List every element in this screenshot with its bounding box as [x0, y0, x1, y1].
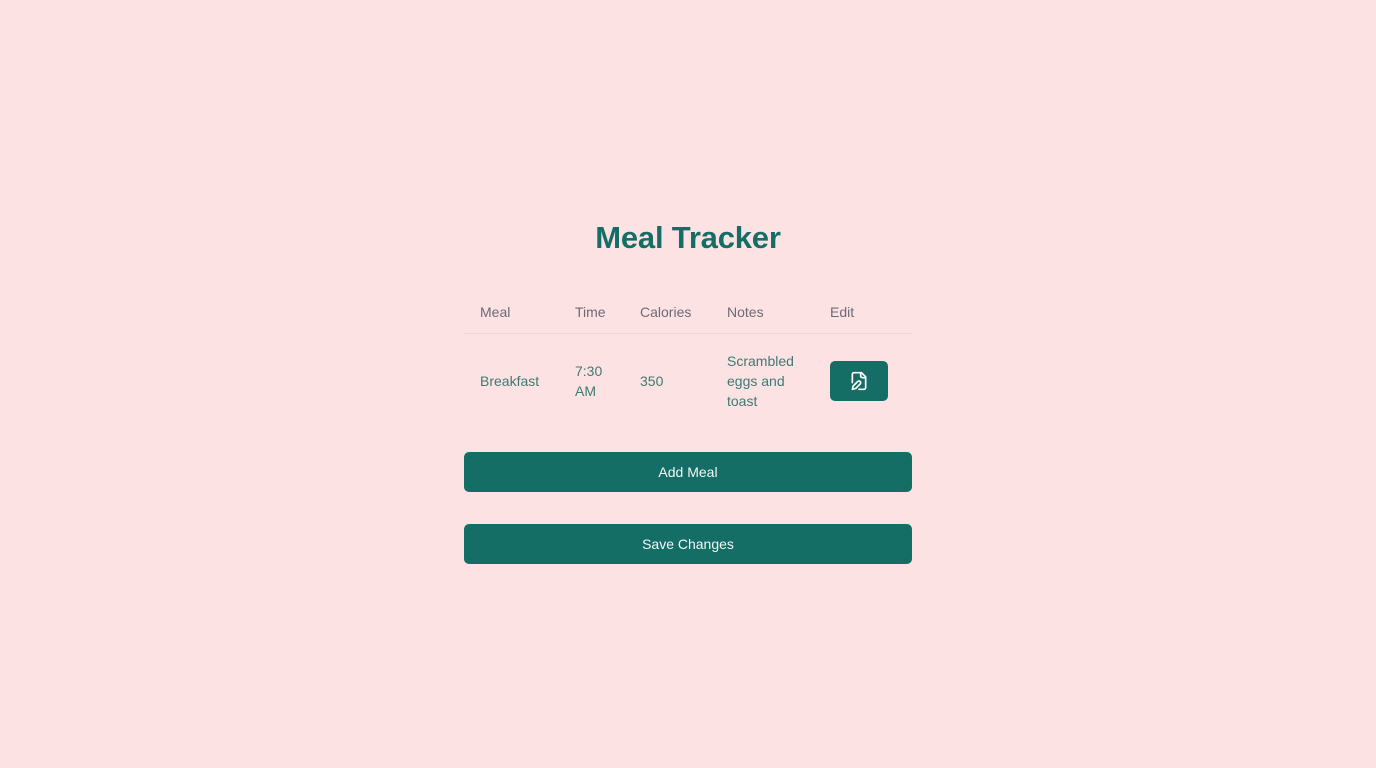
page-title: Meal Tracker: [595, 220, 781, 255]
column-header-calories: Calories: [624, 291, 711, 334]
save-changes-button[interactable]: Save Changes: [464, 524, 912, 564]
notes-cell: Scrambled eggs and toast: [727, 353, 794, 409]
table-header-row: Meal Time Calories Notes Edit: [464, 291, 912, 334]
meal-tracker-panel: Meal Tracker Meal Time Calories Notes Ed…: [464, 218, 912, 564]
edit-meal-button[interactable]: [830, 361, 888, 401]
column-header-edit: Edit: [814, 291, 912, 334]
meal-cell: Breakfast: [480, 373, 540, 389]
column-header-notes: Notes: [711, 291, 814, 334]
table-header: Meal Time Calories Notes Edit: [464, 291, 912, 334]
time-cell: 7:30 AM: [575, 363, 603, 399]
meal-table: Meal Time Calories Notes Edit Breakfast …: [464, 291, 912, 428]
file-edit-icon: [849, 371, 869, 391]
edit-cell: [814, 334, 912, 429]
column-header-meal: Meal: [464, 291, 559, 334]
table-row: Breakfast 7:30 AM 350 Scrambled eggs and…: [464, 334, 912, 429]
column-header-time: Time: [559, 291, 624, 334]
calories-cell: 350: [640, 373, 664, 389]
add-meal-button[interactable]: Add Meal: [464, 452, 912, 492]
